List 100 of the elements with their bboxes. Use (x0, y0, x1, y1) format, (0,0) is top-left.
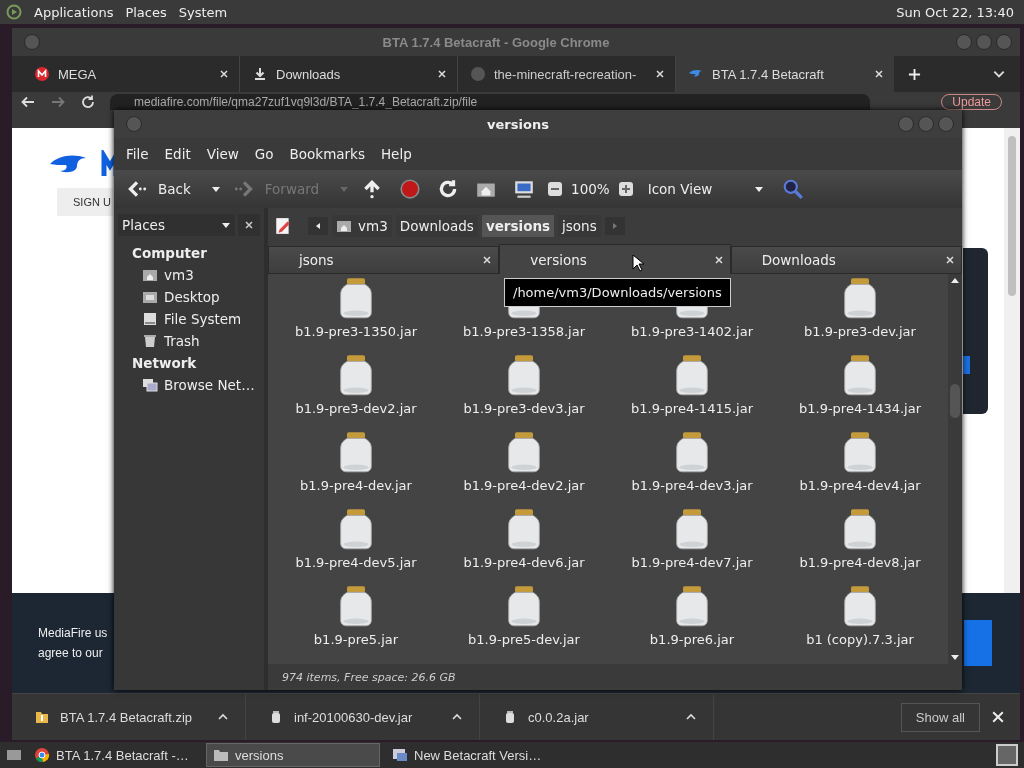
file-name[interactable]: b1.9-pre3-dev2.jar (295, 401, 417, 416)
file-name[interactable]: b1.9-pre4-dev7.jar (631, 555, 753, 570)
close-icon[interactable] (874, 69, 884, 79)
show-all-button[interactable]: Show all (900, 702, 980, 732)
plus-icon[interactable] (908, 67, 921, 81)
zoom-in-button[interactable] (617, 181, 634, 197)
jar-icon (842, 507, 878, 551)
folder-tab[interactable]: jsons (268, 246, 500, 274)
file-name[interactable]: b1.9-pre5-dev.jar (468, 632, 580, 647)
edit-icon[interactable] (274, 217, 292, 235)
close-icon[interactable] (437, 69, 447, 79)
scrollbar-thumb[interactable] (950, 384, 960, 418)
home-folder-icon (336, 218, 352, 234)
menu-item[interactable]: Edit (156, 146, 199, 162)
forward-arrow-icon[interactable] (50, 94, 66, 110)
reload-icon[interactable] (80, 94, 96, 110)
zoom-out-button[interactable] (547, 181, 564, 197)
sidebar-item[interactable]: Browse Net… (114, 374, 264, 396)
caret-down-icon[interactable] (210, 184, 221, 194)
jar-icon (506, 353, 542, 397)
file-name[interactable]: b1.9-pre4-dev3.jar (631, 478, 753, 493)
next-arrow-button[interactable] (604, 217, 625, 235)
sidebar-item[interactable]: Desktop (114, 286, 264, 308)
jar-icon (506, 584, 542, 628)
scrollbar-thumb[interactable] (1008, 136, 1016, 296)
clock: Sun Oct 22, 13:40 (896, 4, 1015, 20)
jar-icon (338, 430, 374, 474)
file-name[interactable]: b1.9-pre4-dev6.jar (463, 555, 585, 570)
close-icon[interactable] (945, 255, 955, 265)
close-icon[interactable] (219, 69, 229, 79)
stop-icon[interactable] (399, 178, 422, 200)
window-title: versions (486, 116, 550, 132)
scroll-up-icon[interactable] (950, 276, 960, 284)
status-bar: 974 items, Free space: 26.6 GB (268, 664, 962, 690)
previous-arrow-button[interactable] (308, 217, 328, 235)
path-button[interactable]: vm3 (332, 215, 392, 237)
taskbar-item[interactable]: BTA 1.7.4 Betacraft -… (28, 744, 200, 766)
folder-tab[interactable]: versions (499, 244, 731, 274)
file-name[interactable]: b1.9-pre4-1415.jar (631, 401, 753, 416)
file-name[interactable]: b1.9-pre4-dev4.jar (799, 478, 921, 493)
scroll-down-icon[interactable] (950, 654, 960, 662)
file-name[interactable]: b1.9-pre3-1402.jar (631, 324, 753, 339)
folder-tab[interactable]: Downloads (730, 246, 962, 274)
scrollbar[interactable] (948, 274, 962, 664)
close-icon[interactable] (655, 69, 665, 79)
search-icon[interactable] (782, 178, 805, 200)
back-arrow-icon[interactable] (20, 94, 36, 110)
path-button[interactable]: jsons (558, 215, 601, 237)
menu-item[interactable]: Go (246, 146, 282, 162)
view-dropdown[interactable]: Icon View (641, 181, 771, 197)
drive-icon (142, 311, 158, 327)
browser-tab[interactable]: BTA 1.7.4 Betacraft (676, 56, 894, 92)
folder-icon (213, 747, 229, 763)
jar-icon (674, 584, 710, 628)
workspace-switcher[interactable] (996, 744, 1018, 766)
sidebar-item[interactable]: File System (114, 308, 264, 330)
path-tooltip: /home/vm3/Downloads/versions (504, 278, 731, 307)
sign-up-button[interactable]: SIGN U (57, 188, 113, 216)
computer-icon[interactable] (513, 178, 536, 200)
download-item[interactable]: inf-20100630-dev.jar (246, 694, 480, 740)
path-button[interactable]: Downloads (395, 215, 478, 237)
menu-item[interactable]: Help (372, 146, 420, 162)
file-name[interactable]: b1.9-pre3-1358.jar (463, 324, 585, 339)
file-name[interactable]: b1.9-pre5.jar (313, 632, 399, 647)
taskbar-item[interactable]: versions (206, 743, 380, 767)
banner-text: agree to our (38, 646, 103, 660)
jar-icon (674, 430, 710, 474)
sidebar-item[interactable]: Trash (114, 330, 264, 352)
panel-menu[interactable]: System (172, 4, 234, 20)
menu-item[interactable]: Bookmarks (281, 146, 373, 162)
file-name[interactable]: b1.9-pre3-dev.jar (804, 324, 916, 339)
file-name[interactable]: b1.9-pre6.jar (649, 632, 735, 647)
logo-icon[interactable] (6, 4, 22, 20)
close-icon[interactable] (244, 220, 254, 230)
caret-down-icon (754, 184, 765, 194)
file-name[interactable]: b1.9-pre4-dev2.jar (463, 478, 585, 493)
download-item[interactable]: BTA 1.7.4 Betacraft.zip (12, 694, 246, 740)
file-name[interactable]: b1.9-pre3-1350.jar (295, 324, 417, 339)
download-item[interactable]: c0.0.2a.jar (480, 694, 714, 740)
panel-menu[interactable]: Places (119, 4, 173, 20)
address-field[interactable]: mediafire.com/file/qma27zuf1vq9l3d/BTA_1.7.4_Betacraft.zip/file (110, 94, 870, 110)
menu-item[interactable]: File (118, 146, 157, 162)
scrollbar[interactable] (1004, 128, 1020, 593)
close-icon[interactable] (713, 254, 724, 265)
sidebar-item[interactable]: vm3 (114, 264, 264, 286)
file-name[interactable]: b1.9-pre4-1434.jar (799, 401, 921, 416)
path-button[interactable]: versions (481, 215, 555, 237)
taskbar-item[interactable]: New Betacraft Versi… (386, 744, 558, 766)
show-desktop-icon[interactable] (6, 747, 22, 763)
panel-menu[interactable]: Applications (28, 4, 120, 20)
back-button[interactable]: Back (122, 178, 195, 200)
file-name[interactable]: b1.9-pre4-dev5.jar (295, 555, 417, 570)
close-icon[interactable] (482, 255, 493, 265)
menu-item[interactable]: View (198, 146, 247, 162)
file-name[interactable]: b1.9-pre4-dev.jar (300, 478, 412, 493)
file-name[interactable]: b1.9-pre3-dev3.jar (463, 401, 585, 416)
places-dropdown[interactable]: Places (118, 214, 235, 236)
file-name[interactable]: b1 (copy).7.3.jar (806, 632, 914, 647)
close-button[interactable] (238, 214, 260, 236)
file-name[interactable]: b1.9-pre4-dev8.jar (799, 555, 921, 570)
